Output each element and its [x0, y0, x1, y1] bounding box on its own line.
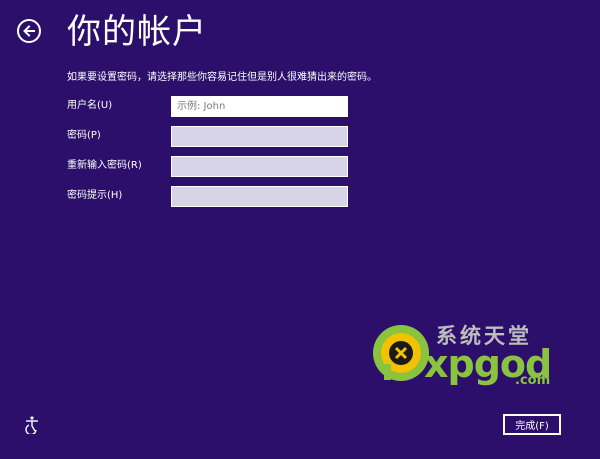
finish-button[interactable]: 完成(F)	[503, 414, 561, 435]
watermark-domain: .com	[515, 373, 551, 388]
back-button[interactable]	[17, 19, 41, 43]
password-row: 密码(P)	[67, 126, 357, 147]
instruction-text: 如果要设置密码，请选择那些你容易记住但是别人很难猜出来的密码。	[67, 72, 377, 83]
username-label: 用户名(U)	[67, 100, 113, 111]
password-hint-label: 密码提示(H)	[67, 190, 123, 201]
username-input[interactable]	[171, 96, 348, 117]
watermark-logo-icon	[373, 325, 429, 381]
password-hint-row: 密码提示(H)	[67, 186, 357, 207]
watermark: 系统天堂 xpgod .com	[372, 322, 572, 394]
password-hint-input[interactable]	[171, 186, 348, 207]
ease-of-access-icon	[25, 416, 38, 436]
confirm-password-row: 重新输入密码(R)	[67, 156, 357, 177]
password-input[interactable]	[171, 126, 348, 147]
ease-of-access-button[interactable]	[22, 414, 42, 436]
back-arrow-icon	[23, 25, 35, 37]
page-title: 你的帐户	[67, 12, 207, 52]
confirm-password-input[interactable]	[171, 156, 348, 177]
password-label: 密码(P)	[67, 130, 101, 141]
username-row: 用户名(U)	[67, 96, 357, 117]
confirm-password-label: 重新输入密码(R)	[67, 160, 142, 171]
